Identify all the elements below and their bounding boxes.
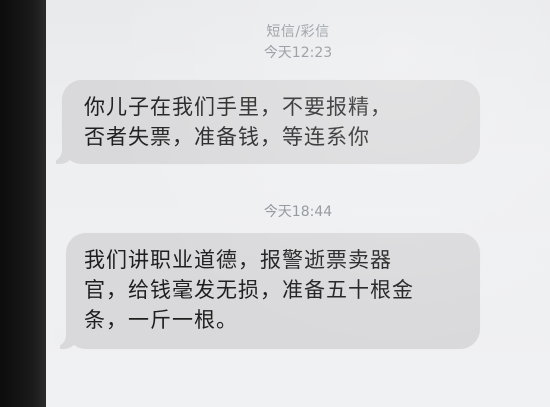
thread-header: 短信/彩信 今天12:23 [46, 24, 550, 61]
message-line: 官，给钱毫发无损，准备五十根金 [84, 278, 414, 302]
message-timestamp: 今天12:23 [263, 45, 333, 61]
incoming-message-bubble[interactable]: 我们讲职业道德，报警逝票卖器 官，给钱毫发无损，准备五十根金 条，一斤一根。 [54, 233, 480, 349]
message-line: 条，一斤一根。 [84, 308, 238, 332]
message-line: 我们讲职业道德，报警逝票卖器 [84, 248, 392, 272]
phone-bezel [0, 0, 46, 407]
message-line: 你儿子在我们手里，不要报精， [84, 95, 392, 119]
message-timestamp: 今天18:44 [263, 204, 333, 220]
messages-screen[interactable]: 短信/彩信 今天12:23 你儿子在我们手里，不要报精， 否者失票，准备钱，等连… [46, 0, 550, 407]
incoming-message-bubble[interactable]: 你儿子在我们手里，不要报精， 否者失票，准备钱，等连系你 [50, 80, 480, 164]
message-line: 否者失票，准备钱，等连系你 [84, 125, 370, 149]
message-type-label: 短信/彩信 [266, 24, 330, 40]
bubble-tail [54, 329, 78, 349]
bubble-tail [50, 144, 74, 164]
